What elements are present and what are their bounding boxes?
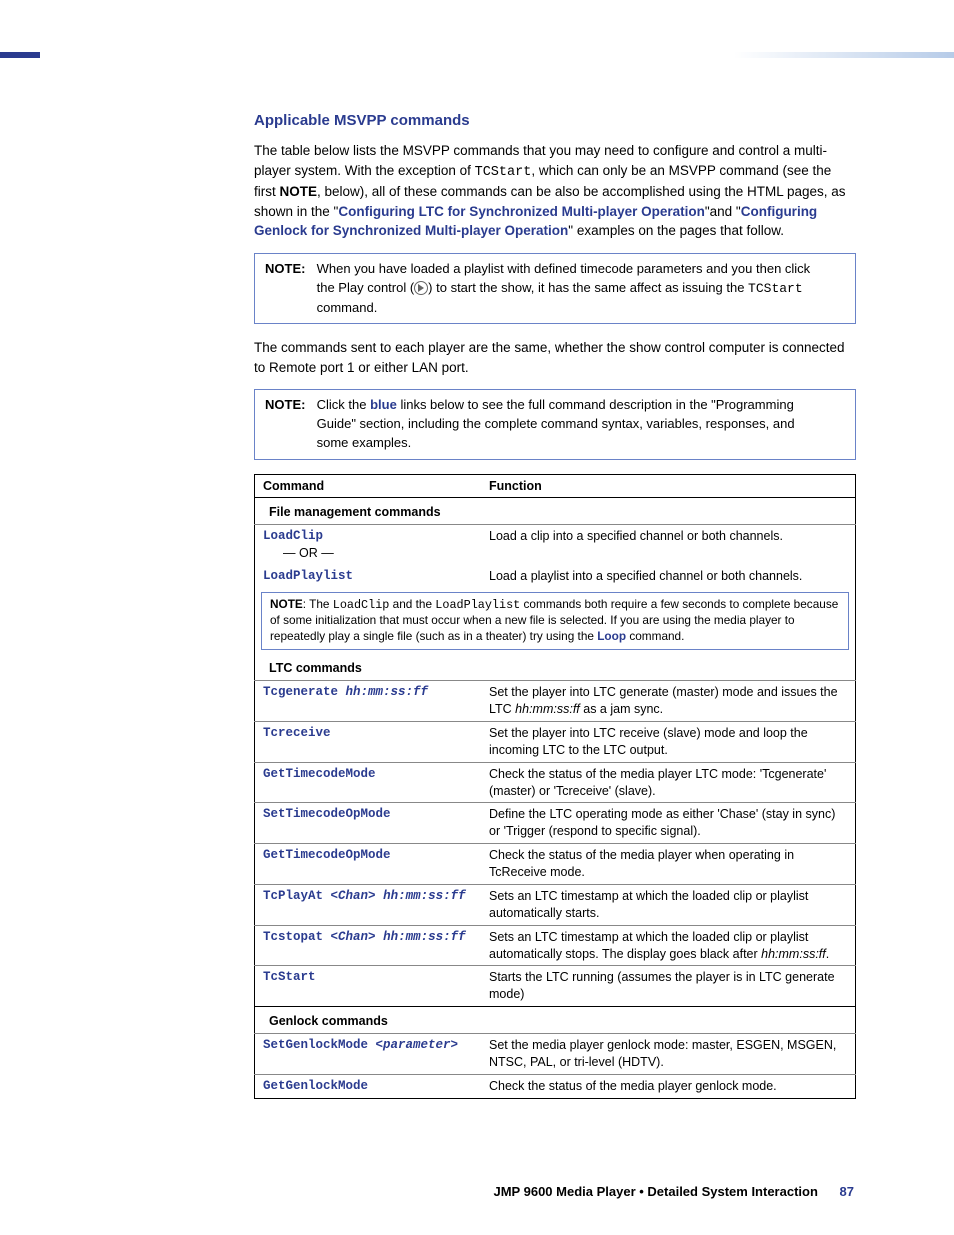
table-row: LoadClip— OR —Load a clip into a specifi… [255, 524, 856, 564]
cmd-loadclip[interactable]: LoadClip— OR — [255, 524, 482, 564]
inner-note: NOTE: The LoadClip and the LoadPlaylist … [261, 592, 849, 651]
fn-text: Sets an LTC timestamp at which the loade… [481, 884, 856, 925]
note-label: NOTE [270, 597, 303, 611]
fn-text: Check the status of the media player gen… [481, 1074, 856, 1098]
fn-text: Set the player into LTC receive (slave) … [481, 721, 856, 762]
cmd-loadplaylist[interactable]: LoadPlaylist [255, 565, 482, 588]
table-row: TcStartStarts the LTC running (assumes t… [255, 966, 856, 1007]
text: and the [389, 597, 435, 611]
table-row: GetGenlockModeCheck the status of the me… [255, 1074, 856, 1098]
link-config-ltc[interactable]: Configuring LTC for Synchronized Multi-p… [338, 204, 705, 219]
fn-text: Check the status of the media player LTC… [481, 762, 856, 803]
cmd-gettimecodemode[interactable]: GetTimecodeMode [255, 762, 482, 803]
table-row: TcreceiveSet the player into LTC receive… [255, 721, 856, 762]
inline-code: LoadPlaylist [435, 598, 520, 612]
col-command: Command [255, 475, 482, 498]
page-footer: JMP 9600 Media Player • Detailed System … [0, 1184, 954, 1199]
group-file-mgmt: File management commands [255, 498, 856, 525]
table-row: GetTimecodeOpModeCheck the status of the… [255, 844, 856, 885]
text: command. [317, 300, 378, 315]
note-box-1: NOTE: When you have loaded a playlist wi… [254, 253, 856, 325]
table-row: Tcgenerate hh:mm:ss:ffSet the player int… [255, 681, 856, 722]
header-accent-bar [0, 52, 40, 58]
fn-text: Starts the LTC running (assumes the play… [481, 966, 856, 1007]
inline-code-tcstart: TCStart [748, 281, 803, 296]
col-function: Function [481, 475, 856, 498]
fn-text: Load a clip into a specified channel or … [481, 524, 856, 564]
fn-text: Load a playlist into a specified channel… [481, 565, 856, 588]
cmd-tcreceive[interactable]: Tcreceive [255, 721, 482, 762]
fn-text: Define the LTC operating mode as either … [481, 803, 856, 844]
fn-text: Sets an LTC timestamp at which the loade… [481, 925, 856, 966]
cmd-tcgenerate[interactable]: Tcgenerate hh:mm:ss:ff [255, 681, 482, 722]
blue-word: blue [370, 397, 397, 412]
header-gradient [734, 52, 954, 58]
text: The [309, 597, 333, 611]
commands-table: CommandFunction File management commands… [254, 474, 856, 1099]
cmd-settimecodeopmode[interactable]: SetTimecodeOpMode [255, 803, 482, 844]
intro-paragraph: The table below lists the MSVPP commands… [254, 141, 856, 241]
or-text: — OR — [263, 545, 473, 562]
fn-text: Set the player into LTC generate (master… [481, 681, 856, 722]
cmd-setgenlockmode[interactable]: SetGenlockMode <parameter> [255, 1034, 482, 1075]
main-content: Applicable MSVPP commands The table belo… [254, 112, 856, 1099]
text: command. [626, 629, 684, 643]
note-label: NOTE: [265, 396, 313, 415]
cmd-gettimecodeopmode[interactable]: GetTimecodeOpMode [255, 844, 482, 885]
note-label: NOTE: [265, 260, 313, 279]
cmd-tcstart[interactable]: TcStart [255, 966, 482, 1007]
link-loop[interactable]: Loop [597, 629, 626, 643]
page-number: 87 [840, 1184, 854, 1199]
inline-code: LoadClip [333, 598, 390, 612]
cmd-tcstopat[interactable]: Tcstopat <Chan> hh:mm:ss:ff [255, 925, 482, 966]
text: Click the [317, 397, 370, 412]
cmd-tcplayat[interactable]: TcPlayAt <Chan> hh:mm:ss:ff [255, 884, 482, 925]
table-row: SetGenlockMode <parameter>Set the media … [255, 1034, 856, 1075]
section-heading: Applicable MSVPP commands [254, 112, 856, 129]
cmd-getgenlockmode[interactable]: GetGenlockMode [255, 1074, 482, 1098]
table-row: LoadPlaylistLoad a playlist into a speci… [255, 565, 856, 588]
play-icon [414, 281, 428, 295]
note-box-2: NOTE: Click the blue links below to see … [254, 389, 856, 460]
fn-text: Set the media player genlock mode: maste… [481, 1034, 856, 1075]
note-body: When you have loaded a playlist with def… [317, 260, 827, 318]
text: "and " [705, 204, 741, 219]
note-ref: NOTE [280, 184, 318, 199]
footer-text: JMP 9600 Media Player • Detailed System … [494, 1184, 818, 1199]
table-row: SetTimecodeOpModeDefine the LTC operatin… [255, 803, 856, 844]
table-row: TcPlayAt <Chan> hh:mm:ss:ffSets an LTC t… [255, 884, 856, 925]
note-body: Click the blue links below to see the fu… [317, 396, 827, 453]
fn-text: Check the status of the media player whe… [481, 844, 856, 885]
table-row: Tcstopat <Chan> hh:mm:ss:ffSets an LTC t… [255, 925, 856, 966]
table-row: GetTimecodeModeCheck the status of the m… [255, 762, 856, 803]
paragraph-2: The commands sent to each player are the… [254, 338, 856, 377]
text: " examples on the pages that follow. [568, 223, 784, 238]
group-genlock: Genlock commands [255, 1007, 856, 1034]
text: ) to start the show, it has the same aff… [428, 280, 748, 295]
group-ltc: LTC commands [255, 654, 856, 680]
inline-code-tcstart: TCStart [475, 165, 532, 180]
